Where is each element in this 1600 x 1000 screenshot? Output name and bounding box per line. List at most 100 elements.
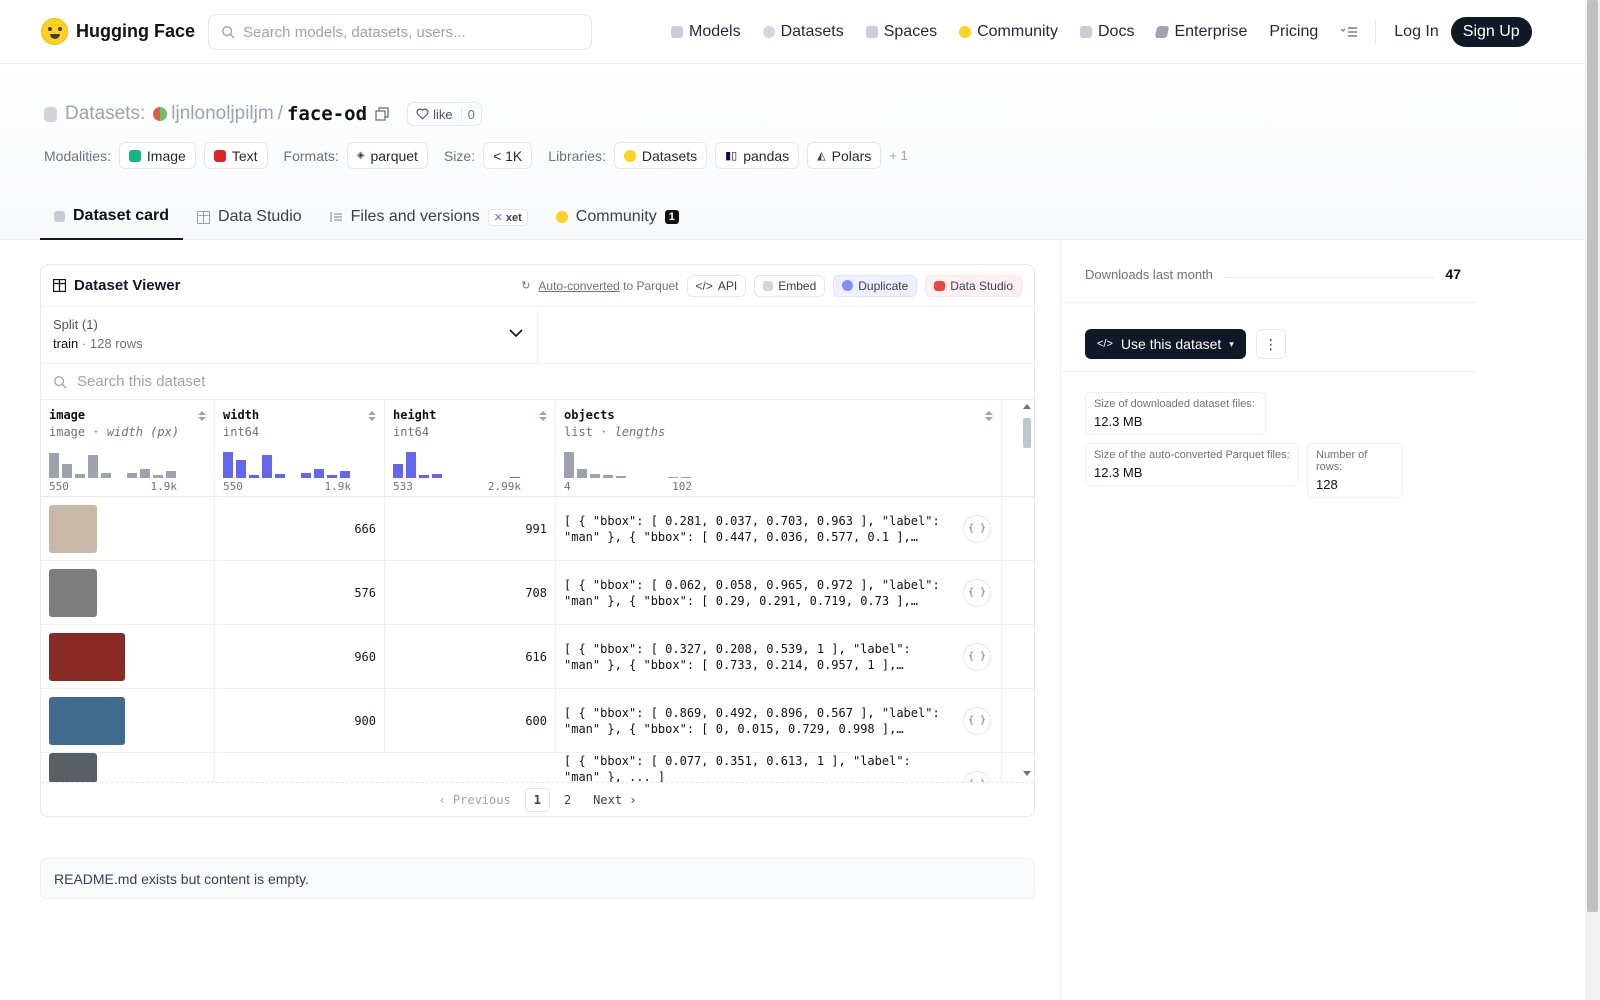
sort-icon[interactable] [198, 410, 206, 422]
scroll-up-icon[interactable] [1022, 402, 1032, 410]
cell-image[interactable] [41, 561, 215, 624]
histogram-bar[interactable] [681, 477, 691, 478]
table-row[interactable]: [ { "bbox": [ 0.077, 0.351, 0.613, 1 ], … [41, 753, 1034, 782]
more-menu-button[interactable] [1329, 26, 1369, 38]
histogram-bar[interactable] [590, 474, 600, 478]
histogram-bar[interactable] [88, 455, 98, 478]
histogram-bar[interactable] [166, 471, 176, 478]
embed-button[interactable]: Embed [754, 274, 826, 297]
tab-files[interactable]: Files and versions ✕ xet [316, 194, 542, 240]
previous-page-button[interactable]: ‹ Previous [430, 789, 518, 811]
histogram-bar[interactable] [140, 469, 150, 478]
cell-image[interactable] [41, 753, 215, 782]
nav-models[interactable]: Models [660, 23, 752, 41]
login-link[interactable]: Log In [1382, 23, 1450, 41]
size-chip[interactable]: < 1K [483, 142, 533, 169]
histogram-bar[interactable] [510, 477, 520, 478]
cell-objects[interactable]: [ { "bbox": [ 0.281, 0.037, 0.703, 0.963… [556, 497, 1002, 560]
table-scrollbar-thumb[interactable] [1023, 418, 1031, 448]
histogram-bar[interactable] [275, 474, 285, 478]
library-datasets-chip[interactable]: Datasets [613, 142, 708, 169]
tab-dataset-card[interactable]: Dataset card [40, 194, 184, 240]
auto-converted-link[interactable]: Auto-converted [538, 279, 619, 293]
format-parquet-chip[interactable]: ◈ parquet [346, 142, 428, 169]
dataset-search-input[interactable]: Search this dataset [77, 373, 205, 390]
signup-button[interactable]: Sign Up [1450, 17, 1532, 47]
cell-height[interactable]: 708 [385, 561, 556, 624]
more-options-button[interactable]: ⋮ [1255, 329, 1286, 359]
column-header-image[interactable]: image image · width (px) 550 1.9k [41, 400, 215, 496]
cell-objects[interactable]: [ { "bbox": [ 0.077, 0.351, 0.613, 1 ], … [556, 753, 1002, 782]
more-libraries[interactable]: + 1 [889, 148, 907, 163]
cell-image[interactable] [41, 497, 215, 560]
histogram-bar[interactable] [340, 471, 350, 478]
image-thumbnail[interactable] [49, 696, 125, 745]
image-thumbnail[interactable] [49, 504, 97, 553]
nav-datasets[interactable]: Datasets [752, 23, 855, 41]
histogram-bar[interactable] [616, 476, 626, 478]
table-row[interactable]: 960 616 [ { "bbox": [ 0.327, 0.208, 0.539,… [41, 625, 1034, 689]
cell-height[interactable]: 600 [385, 689, 556, 752]
next-page-button[interactable]: Next › [585, 789, 644, 811]
histogram-bar[interactable] [603, 475, 613, 478]
histogram-bar[interactable] [101, 473, 111, 478]
copy-icon[interactable] [375, 107, 389, 121]
expand-json-button[interactable]: { } [963, 643, 991, 671]
repo-name-link[interactable]: face-od [287, 103, 367, 125]
api-button[interactable]: </> API [686, 274, 747, 297]
cell-width[interactable]: 576 [215, 561, 385, 624]
histogram-bar[interactable] [49, 453, 59, 478]
nav-enterprise[interactable]: Enterprise [1145, 23, 1258, 41]
cell-image[interactable] [41, 625, 215, 688]
cell-height[interactable]: 991 [385, 497, 556, 560]
repo-owner-link[interactable]: ljnlonoljpiljm [171, 103, 273, 125]
histogram-bar[interactable] [249, 475, 259, 478]
nav-community[interactable]: Community [948, 23, 1069, 41]
histogram-bar[interactable] [406, 452, 416, 478]
histogram-bar[interactable] [127, 473, 137, 478]
histogram-bar[interactable] [223, 452, 233, 478]
nav-docs[interactable]: Docs [1069, 23, 1145, 41]
column-header-objects[interactable]: objects list · lengths 4 102 [556, 400, 1002, 496]
image-thumbnail[interactable] [49, 632, 125, 681]
histogram-bar[interactable] [419, 475, 429, 478]
use-dataset-button[interactable]: </> Use this dataset ▾ [1085, 329, 1246, 359]
modality-image-chip[interactable]: Image [118, 142, 196, 169]
modality-text-chip[interactable]: Text [203, 142, 268, 169]
expand-json-button[interactable]: { } [963, 707, 991, 735]
histogram-bar[interactable] [314, 469, 324, 478]
nav-spaces[interactable]: Spaces [855, 23, 948, 41]
image-thumbnail[interactable] [49, 753, 97, 782]
image-thumbnail[interactable] [49, 568, 97, 617]
tab-data-studio[interactable]: Data Studio [183, 194, 316, 240]
global-search[interactable] [208, 14, 592, 50]
histogram-bar[interactable] [577, 469, 587, 478]
histogram-bar[interactable] [327, 475, 337, 478]
brand-logo[interactable]: Hugging Face [41, 18, 195, 45]
cell-width[interactable]: 666 [215, 497, 385, 560]
tab-community[interactable]: Community 1 [542, 194, 693, 240]
column-header-width[interactable]: width int64 550 1.9k [215, 400, 385, 496]
cell-width[interactable]: 900 [215, 689, 385, 752]
nav-pricing[interactable]: Pricing [1258, 23, 1329, 41]
histogram-bar[interactable] [301, 473, 311, 478]
histogram-bar[interactable] [236, 460, 246, 478]
library-polars-chip[interactable]: ◭ Polars [807, 142, 882, 169]
histogram-bar[interactable] [432, 474, 442, 478]
page-scrollbar[interactable] [1585, 0, 1600, 1000]
page-2-button[interactable]: 2 [556, 789, 579, 811]
data-studio-button[interactable]: Data Studio [925, 274, 1022, 297]
dataset-search[interactable]: Search this dataset [41, 364, 1034, 400]
duplicate-button[interactable]: Duplicate [833, 274, 918, 297]
histogram-bar[interactable] [668, 477, 678, 478]
cell-objects[interactable]: [ { "bbox": [ 0.062, 0.058, 0.965, 0.972… [556, 561, 1002, 624]
table-row[interactable]: 900 600 [ { "bbox": [ 0.869, 0.492, 0.896,… [41, 689, 1034, 753]
histogram-bar[interactable] [262, 455, 272, 478]
expand-json-button[interactable]: { } [963, 515, 991, 543]
cell-width[interactable]: 960 [215, 625, 385, 688]
sort-icon[interactable] [368, 410, 376, 422]
table-scrollbar[interactable] [1021, 400, 1031, 782]
histogram-bar[interactable] [75, 474, 85, 478]
like-button[interactable]: like 0 [407, 102, 482, 126]
split-selector[interactable]: Split (1) train · 128 rows [41, 307, 538, 363]
